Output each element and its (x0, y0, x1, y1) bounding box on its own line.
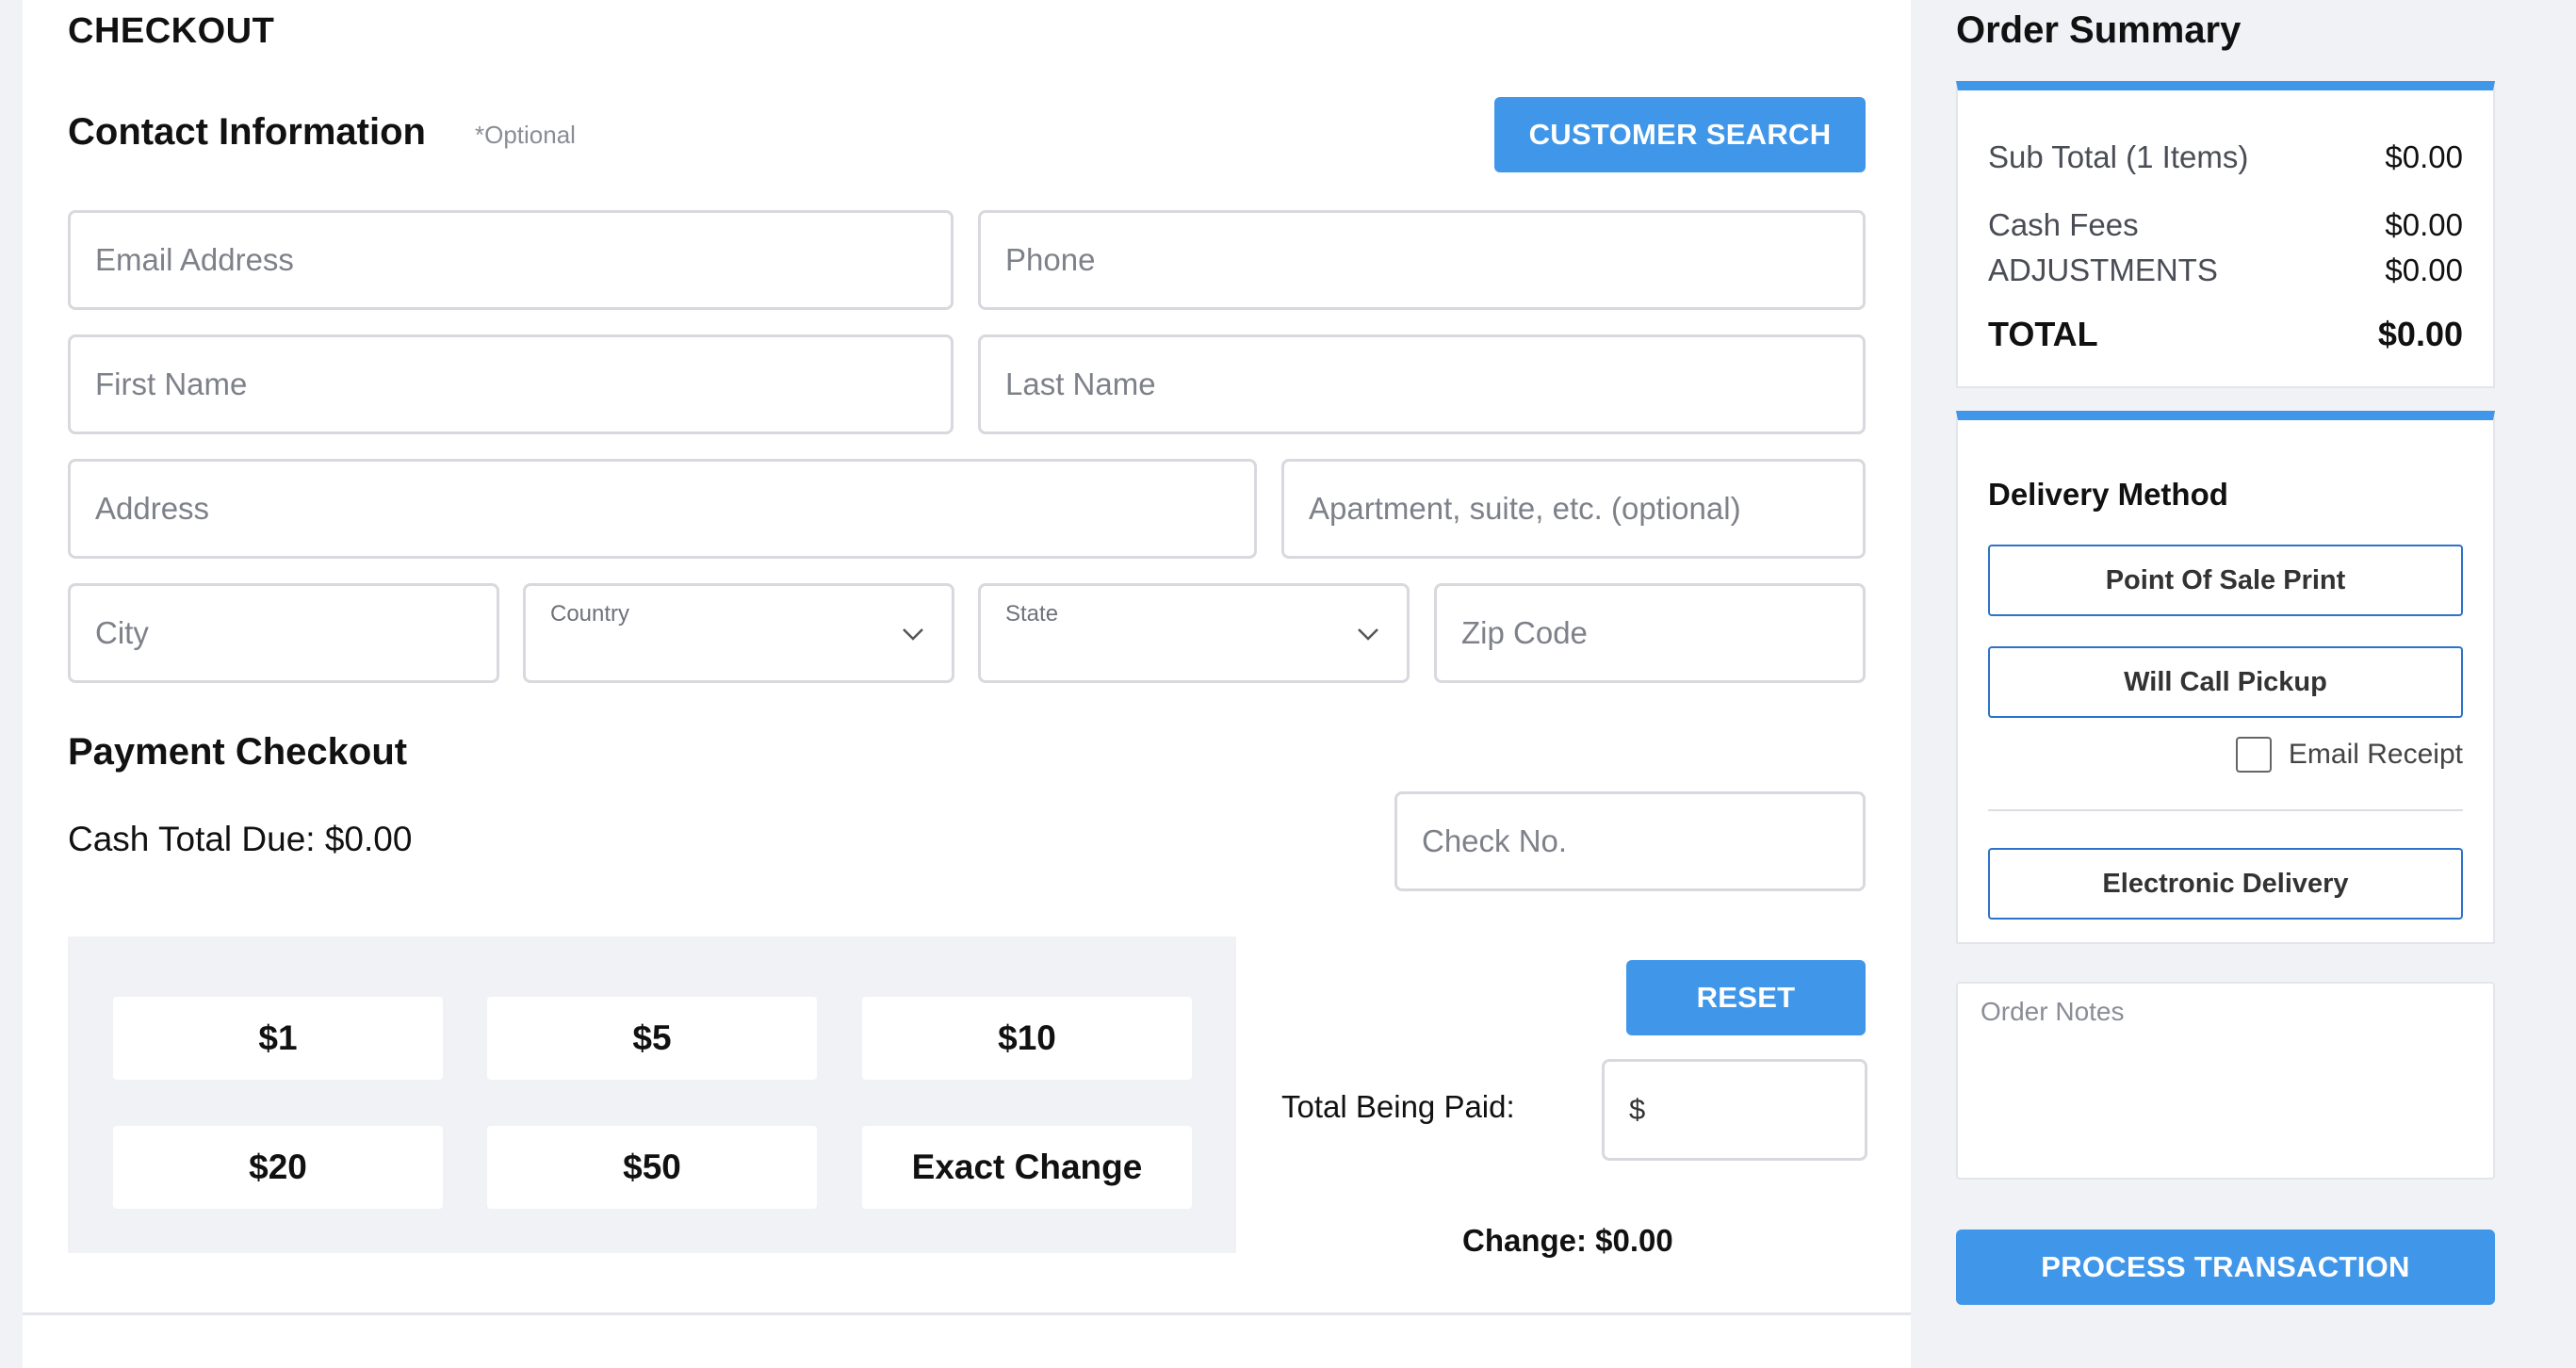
chevron-down-icon (903, 628, 923, 641)
cash-5-button[interactable]: $5 (487, 997, 817, 1080)
cash-total-due: Cash Total Due: $0.00 (68, 820, 413, 858)
phone-placeholder: Phone (1005, 242, 1096, 277)
email-receipt-checkbox[interactable] (2235, 737, 2272, 773)
checkout-panel: CHECKOUT Contact Information *Optional C… (23, 0, 1911, 1368)
check-number-field[interactable]: Check No. (1394, 791, 1866, 891)
reset-button[interactable]: RESET (1626, 960, 1866, 1035)
order-summary-card: Sub Total (1 Items) $0.00 Cash Fees $0.0… (1956, 81, 2495, 388)
phone-field[interactable]: Phone (978, 210, 1866, 310)
cash-50-button[interactable]: $50 (487, 1126, 817, 1209)
optional-note: *Optional (475, 121, 576, 149)
change-amount: Change: $0.00 (1462, 1223, 1673, 1258)
total-being-paid-label: Total Being Paid: (1281, 1089, 1515, 1124)
cash-20-button[interactable]: $20 (113, 1126, 443, 1209)
subtotal-value: $0.00 (2385, 139, 2463, 174)
address-placeholder: Address (95, 491, 210, 526)
total-value: $0.00 (2377, 315, 2463, 353)
order-notes-placeholder: Order Notes (1981, 997, 2125, 1026)
chevron-down-icon (1358, 628, 1378, 641)
delivery-method-title: Delivery Method (1988, 477, 2228, 512)
cash-fees-value: $0.00 (2385, 207, 2463, 242)
divider (23, 1312, 1911, 1315)
apartment-field[interactable]: Apartment, suite, etc. (optional) (1281, 459, 1866, 559)
customer-search-button[interactable]: CUSTOMER SEARCH (1494, 97, 1866, 172)
electronic-delivery-button[interactable]: Electronic Delivery (1988, 848, 2463, 920)
adjustments-value: $0.00 (2385, 252, 2463, 287)
subtotal-row: Sub Total (1 Items) $0.00 (1988, 139, 2463, 175)
delivery-method-card: Delivery Method Point Of Sale Print Will… (1956, 411, 2495, 944)
country-select[interactable]: Country (523, 583, 954, 683)
first-name-placeholder: First Name (95, 366, 248, 401)
cash-fees-row: Cash Fees $0.00 (1988, 207, 2463, 243)
total-row: TOTAL $0.00 (1988, 315, 2463, 354)
country-label: Country (550, 601, 630, 627)
payment-heading: Payment Checkout (68, 731, 408, 773)
divider (1988, 809, 2463, 811)
check-number-placeholder: Check No. (1422, 823, 1568, 858)
cash-10-button[interactable]: $10 (862, 997, 1192, 1080)
city-field[interactable]: City (68, 583, 499, 683)
email-placeholder: Email Address (95, 242, 294, 277)
will-call-pickup-button[interactable]: Will Call Pickup (1988, 646, 2463, 718)
adjustments-row: ADJUSTMENTS $0.00 (1988, 252, 2463, 288)
page-title: CHECKOUT (68, 11, 275, 51)
state-select[interactable]: State (978, 583, 1410, 683)
last-name-field[interactable]: Last Name (978, 334, 1866, 434)
first-name-field[interactable]: First Name (68, 334, 954, 434)
order-notes-field[interactable]: Order Notes (1956, 982, 2495, 1180)
email-field[interactable]: Email Address (68, 210, 954, 310)
cash-fees-label: Cash Fees (1988, 207, 2139, 242)
city-placeholder: City (95, 615, 149, 650)
order-summary-title: Order Summary (1956, 9, 2242, 51)
adjustments-label: ADJUSTMENTS (1988, 252, 2218, 287)
dollar-prefix: $ (1629, 1093, 1646, 1126)
last-name-placeholder: Last Name (1005, 366, 1156, 401)
total-being-paid-input[interactable]: $ (1602, 1059, 1867, 1161)
zip-placeholder: Zip Code (1461, 615, 1588, 650)
total-label: TOTAL (1988, 315, 2098, 353)
zip-field[interactable]: Zip Code (1434, 583, 1866, 683)
apartment-placeholder: Apartment, suite, etc. (optional) (1309, 491, 1741, 526)
address-field[interactable]: Address (68, 459, 1257, 559)
email-receipt-label: Email Receipt (2288, 739, 2463, 770)
state-label: State (1005, 601, 1059, 627)
point-of-sale-print-button[interactable]: Point Of Sale Print (1988, 545, 2463, 616)
exact-change-button[interactable]: Exact Change (862, 1126, 1192, 1209)
subtotal-label: Sub Total (1 Items) (1988, 139, 2249, 174)
contact-heading: Contact Information (68, 111, 426, 153)
process-transaction-button[interactable]: PROCESS TRANSACTION (1956, 1230, 2495, 1305)
email-receipt-option[interactable]: Email Receipt (2235, 737, 2463, 773)
cash-buttons-panel: $1 $5 $10 $20 $50 Exact Change (68, 936, 1236, 1253)
cash-1-button[interactable]: $1 (113, 997, 443, 1080)
